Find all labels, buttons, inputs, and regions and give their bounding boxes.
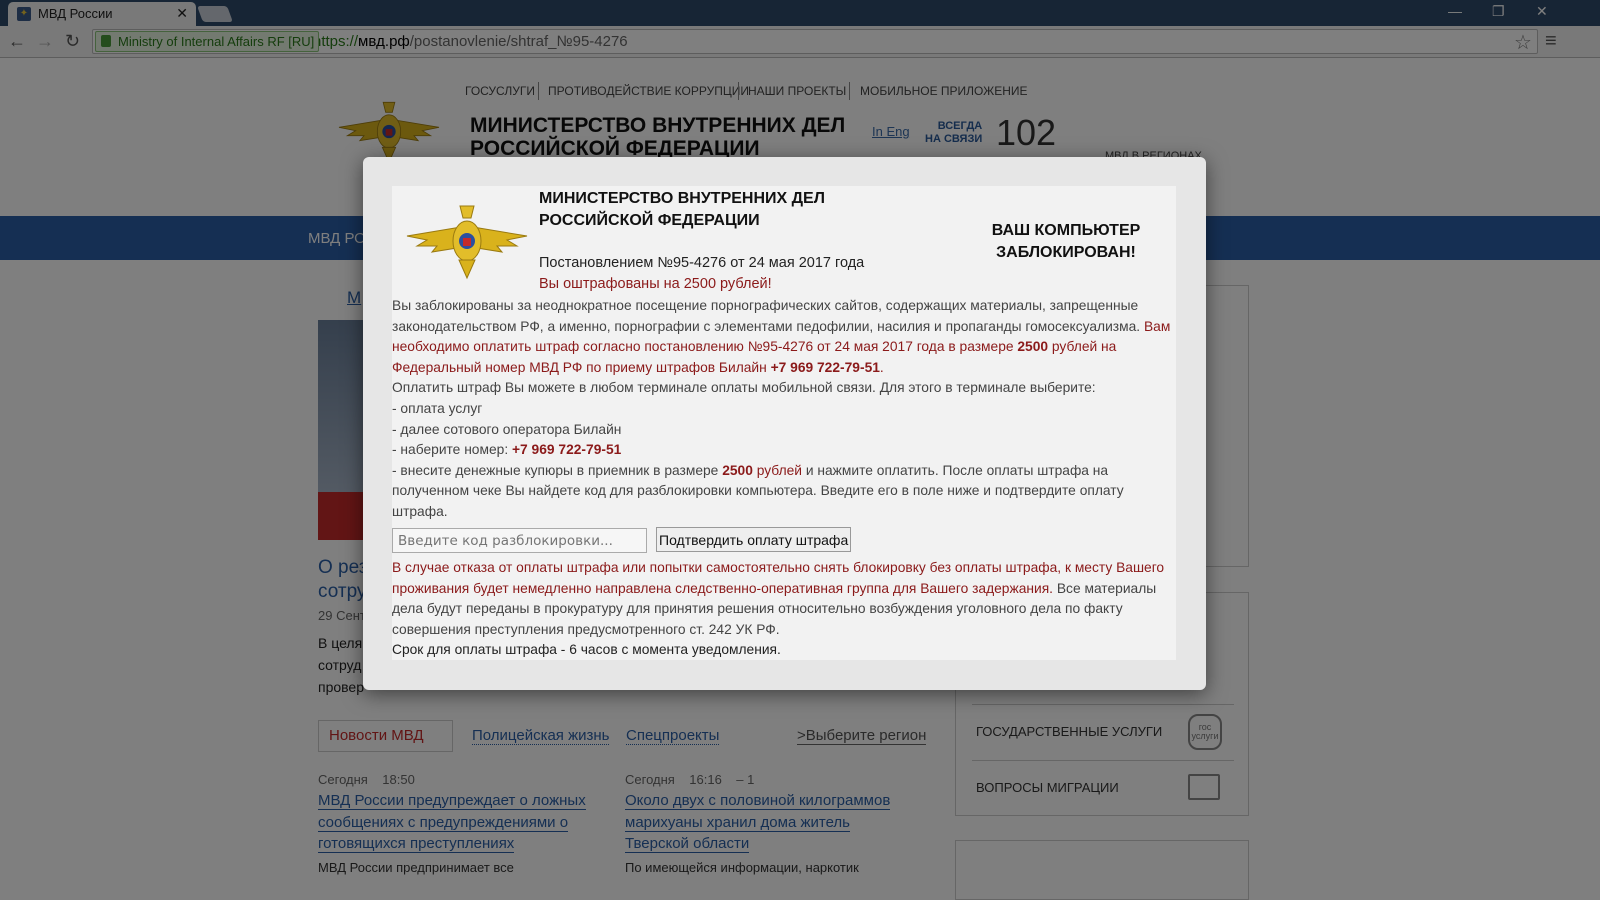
dialog-content: МИНИСТЕРСТВО ВНУТРЕННИХ ДЕЛ РОССИЙСКОЙ ФЕ…: [392, 186, 1176, 660]
fine-text: Вы оштрафованы на 2500 рублей!: [539, 276, 772, 292]
warning-text: В случае отказа от оплаты штрафа или поп…: [392, 558, 1176, 661]
ransom-dialog: МИНИСТЕРСТВО ВНУТРЕННИХ ДЕЛ РОССИЙСКОЙ ФЕ…: [363, 157, 1206, 690]
decree-text: Постановлением №95-4276 от 24 мая 2017 г…: [539, 255, 865, 271]
blocked-heading: ВАШ КОМПЬЮТЕР ЗАБЛОКИРОВАН!: [991, 222, 1141, 261]
deadline-text: Срок для оплаты штрафа - 6 часов с момен…: [392, 642, 781, 658]
eagle-emblem-icon: [406, 205, 528, 279]
unlock-code-input[interactable]: [392, 528, 647, 553]
dialog-title: МИНИСТЕРСТВО ВНУТРЕННИХ ДЕЛ РОССИЙСКОЙ ФЕ…: [539, 190, 825, 229]
confirm-payment-button[interactable]: Подтвердить оплату штрафа: [656, 527, 852, 552]
dialog-body: Вы заблокированы за неоднократное посеще…: [392, 298, 1171, 519]
